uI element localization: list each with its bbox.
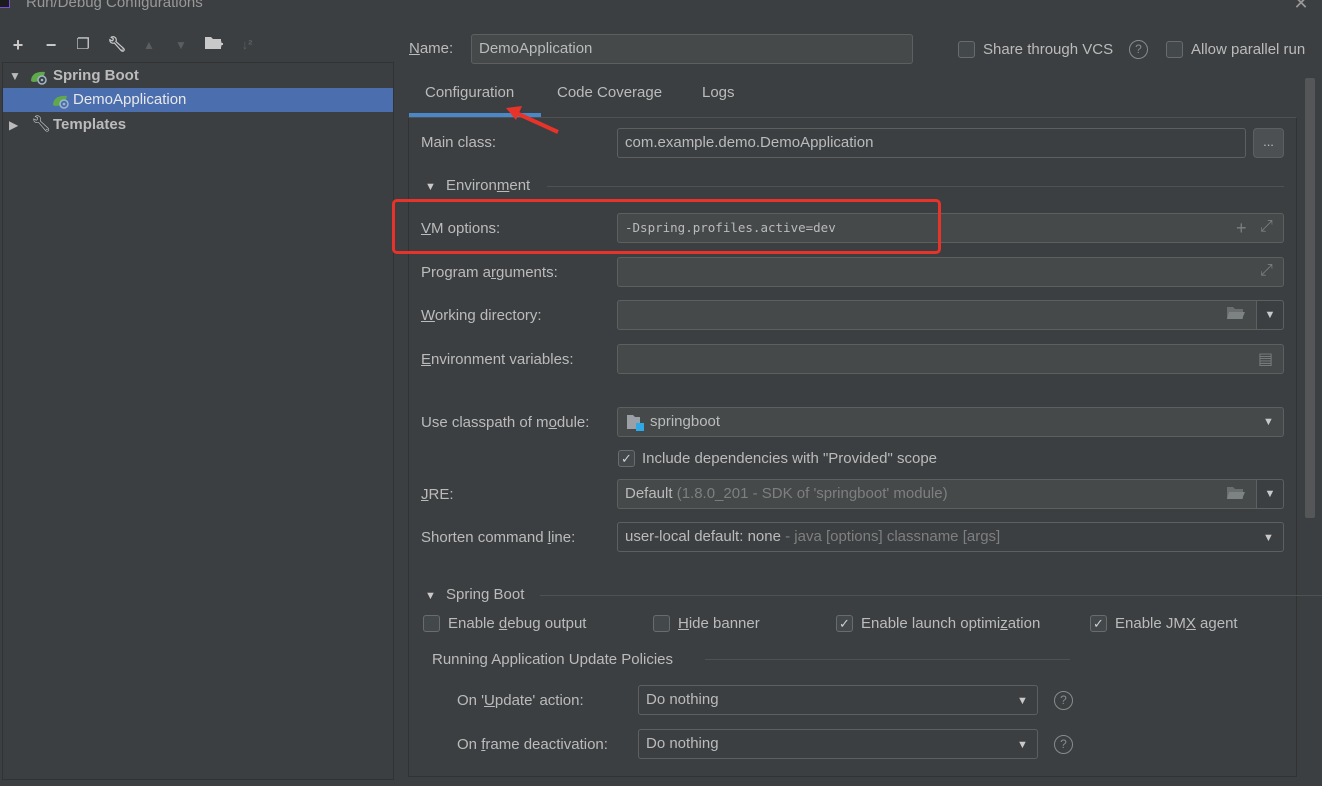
tree-item-spring-boot[interactable]: ▼ Spring Boot: [3, 64, 393, 88]
annotation-arrow-icon: [506, 106, 559, 134]
new-folder-icon[interactable]: [203, 34, 225, 56]
highlight-annotation: [392, 199, 941, 254]
list-edit-icon[interactable]: ▤: [1258, 349, 1273, 369]
spring-boot-icon: [31, 71, 47, 85]
expand-icon[interactable]: ⤢: [1260, 218, 1273, 236]
enable-debug-label: Enable debug output: [448, 615, 587, 632]
sort-icon[interactable]: ↓²: [236, 34, 258, 56]
name-input[interactable]: DemoApplication: [471, 34, 913, 64]
frame-deactivation-label: On frame deactivation:: [457, 736, 608, 753]
move-up-icon[interactable]: ▲: [138, 34, 160, 56]
program-args-label: Program arguments:: [421, 264, 558, 281]
include-provided-checkbox[interactable]: ✓: [618, 450, 635, 467]
jre-hint: (1.8.0_201 - SDK of 'springboot' module): [676, 485, 948, 502]
wrench-icon[interactable]: 🔧︎: [106, 34, 128, 56]
jmx-agent-label: Enable JMX agent: [1115, 615, 1238, 632]
tab-code-coverage[interactable]: Code Coverage: [557, 84, 662, 108]
working-dir-input[interactable]: [617, 300, 1257, 330]
working-dir-label: Working directory:: [421, 307, 542, 324]
update-policies-title: Running Application Update Policies: [432, 651, 673, 668]
launch-optimization-label: Enable launch optimization: [861, 615, 1041, 632]
dropdown-arrow-icon[interactable]: ▼: [1256, 479, 1284, 509]
help-icon[interactable]: ?: [1129, 40, 1148, 59]
title-bar: Run/Debug Configurations ✕: [0, 0, 1322, 16]
name-label: Name:: [409, 40, 454, 57]
main-class-label: Main class:: [421, 134, 497, 151]
env-vars-label: Environment variables:: [421, 351, 574, 368]
wrench-icon: 🔧︎: [31, 116, 52, 133]
section-divider: [540, 595, 1322, 596]
app-icon: [0, 0, 10, 8]
main-class-input[interactable]: com.example.demo.DemoApplication: [617, 128, 1246, 158]
dropdown-arrow-icon[interactable]: ▼: [1017, 695, 1028, 707]
collapse-arrow-icon[interactable]: ▶: [9, 113, 21, 137]
shorten-hint: - java [options] classname [args]: [785, 528, 1001, 545]
share-vcs-label: Share through VCS: [983, 41, 1114, 58]
jre-label: JRE:: [421, 486, 454, 503]
dropdown-arrow-icon[interactable]: ▼: [1263, 416, 1274, 428]
hide-banner-checkbox[interactable]: [653, 615, 670, 632]
move-down-icon[interactable]: ▼: [170, 34, 192, 56]
vertical-scrollbar[interactable]: [1305, 78, 1315, 518]
close-icon[interactable]: ✕: [1292, 0, 1310, 12]
tab-logs[interactable]: Logs: [702, 84, 735, 108]
shorten-value: user-local default: none: [625, 528, 781, 545]
collapse-caret-icon[interactable]: ▼: [425, 590, 436, 602]
help-icon[interactable]: ?: [1054, 691, 1073, 710]
shorten-select[interactable]: user-local default: none - java [options…: [617, 522, 1284, 552]
update-action-label: On 'Update' action:: [457, 692, 584, 709]
browse-button[interactable]: ...: [1253, 128, 1284, 158]
jre-input[interactable]: Default (1.8.0_201 - SDK of 'springboot'…: [617, 479, 1257, 509]
collapse-caret-icon[interactable]: ▼: [425, 181, 436, 193]
tree-label: Spring Boot: [53, 67, 139, 84]
frame-deactivation-select[interactable]: Do nothing: [638, 729, 1038, 759]
folder-icon[interactable]: [1226, 305, 1246, 326]
include-provided-label: Include dependencies with "Provided" sco…: [642, 450, 938, 467]
expand-icon[interactable]: ⤢: [1260, 262, 1273, 280]
jmx-agent-checkbox[interactable]: ✓: [1090, 615, 1107, 632]
add-icon[interactable]: +: [7, 34, 29, 56]
spring-boot-section-title: Spring Boot: [446, 586, 525, 603]
enable-debug-checkbox[interactable]: [423, 615, 440, 632]
configuration-tree: ▼ Spring Boot DemoApplication ▶ 🔧︎ Templ…: [2, 62, 394, 780]
remove-icon[interactable]: −: [40, 34, 62, 56]
env-vars-input[interactable]: [617, 344, 1284, 374]
section-divider: [547, 186, 1284, 187]
copy-icon[interactable]: ❐: [72, 34, 94, 56]
hide-banner-label: Hide banner: [678, 615, 760, 632]
dropdown-arrow-icon[interactable]: ▼: [1256, 300, 1284, 330]
allow-parallel-checkbox[interactable]: [1166, 41, 1183, 58]
window-title: Run/Debug Configurations: [26, 0, 203, 11]
environment-section-title: Environment: [446, 177, 531, 194]
allow-parallel-label: Allow parallel run: [1191, 41, 1306, 58]
module-folder-icon: [627, 415, 644, 431]
help-icon[interactable]: ?: [1054, 735, 1073, 754]
folder-icon[interactable]: [1226, 485, 1246, 506]
tree-label: Templates: [53, 116, 127, 133]
shorten-label: Shorten command line:: [421, 529, 576, 546]
tree-item-demoapplication[interactable]: DemoApplication: [3, 88, 393, 112]
jre-value: Default: [625, 485, 673, 502]
tree-label: DemoApplication: [73, 91, 187, 108]
tree-item-templates[interactable]: ▶ 🔧︎ Templates: [3, 113, 393, 137]
share-vcs-checkbox[interactable]: [958, 41, 975, 58]
classpath-select[interactable]: springboot: [617, 407, 1284, 437]
dropdown-arrow-icon[interactable]: ▼: [1017, 739, 1028, 751]
section-divider: [705, 659, 1070, 660]
dropdown-arrow-icon[interactable]: ▼: [1263, 532, 1274, 544]
add-icon[interactable]: +: [1236, 218, 1247, 239]
expand-arrow-icon[interactable]: ▼: [9, 64, 21, 88]
classpath-label: Use classpath of module:: [421, 414, 590, 431]
program-args-input[interactable]: [617, 257, 1284, 287]
update-action-select[interactable]: Do nothing: [638, 685, 1038, 715]
spring-boot-icon: [53, 95, 69, 109]
launch-optimization-checkbox[interactable]: ✓: [836, 615, 853, 632]
